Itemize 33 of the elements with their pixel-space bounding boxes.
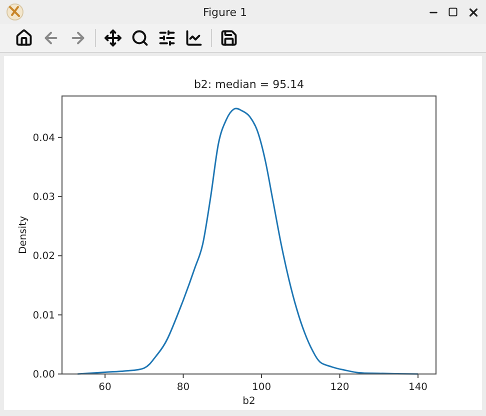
x-tick-label: 120 [330,382,350,393]
move-icon [104,29,122,47]
maximize-icon [448,7,458,17]
y-tick [58,255,62,256]
y-tick-label: 0.01 [32,310,55,322]
x-tick-label: 80 [176,382,190,393]
y-tick-label: 0.02 [32,251,55,262]
x-tick [261,374,262,378]
x-tick-label: 60 [98,382,112,393]
y-tick-label: 0.04 [32,132,55,144]
close-icon [466,6,480,18]
window-title: Figure 1 [202,6,248,18]
app-icon [6,3,24,21]
sliders-icon [158,29,176,47]
y-tick [58,314,62,316]
line-chart-icon [185,29,203,47]
chart-title: b2: median = 95.14 [194,78,304,91]
x-tick [182,374,184,378]
y-tick-label: 0.00 [32,370,55,380]
maximize-button[interactable] [446,5,460,19]
search-icon [131,29,149,47]
save-icon [220,29,238,47]
x-tick-label: 100 [252,382,272,393]
y-tick [58,136,62,138]
x-tick [104,374,106,378]
home-icon [15,29,33,47]
y-tick [58,196,62,198]
y-axis-label: Density [18,216,29,254]
y-tick-label: 0.03 [32,192,55,204]
x-axis-label: b2 [242,396,256,407]
x-tick-label: 140 [408,382,428,393]
forward-arrow-icon [69,29,87,47]
x-tick [339,374,340,378]
